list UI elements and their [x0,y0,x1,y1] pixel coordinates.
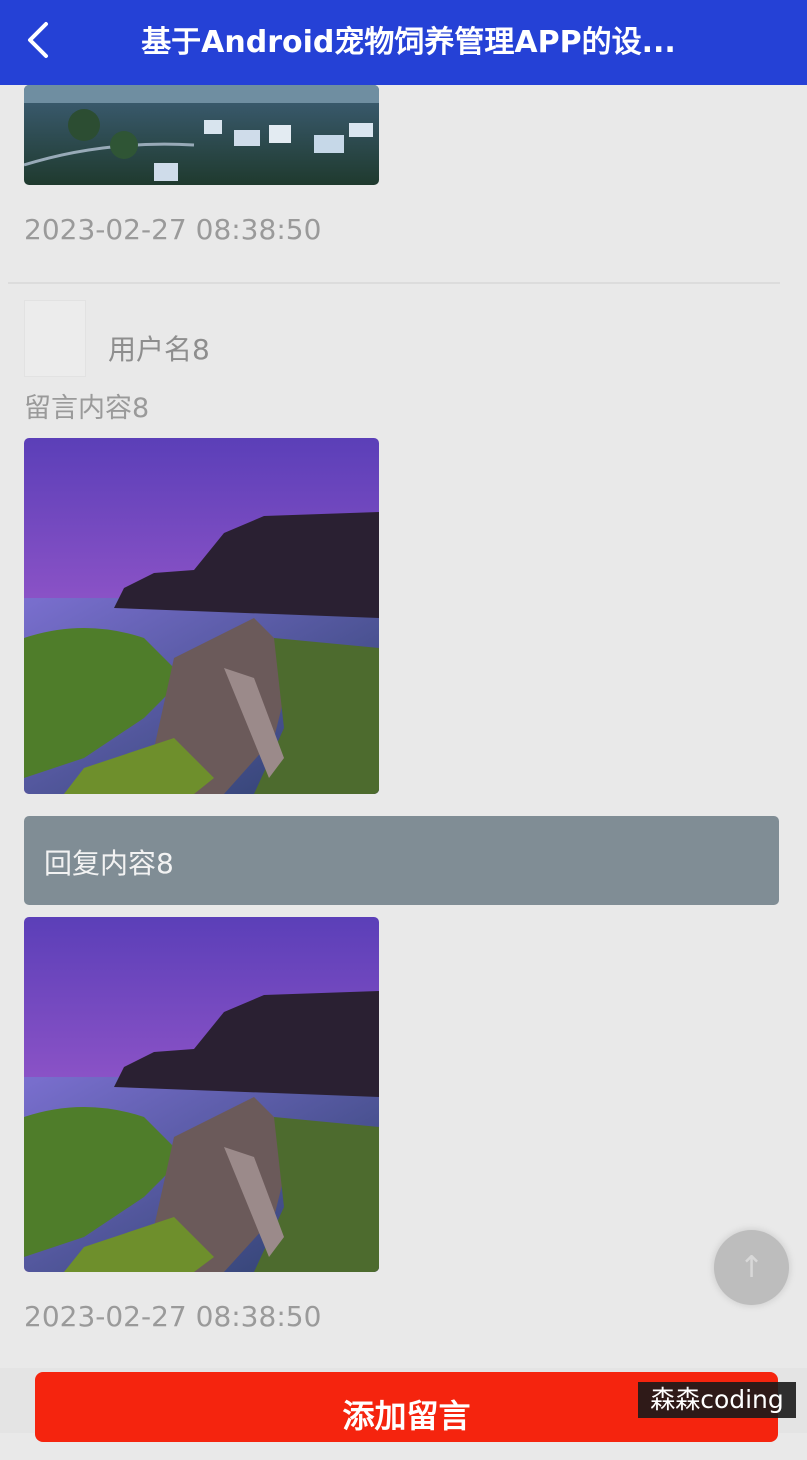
previous-post-time: 2023-02-27 08:38:50 [24,213,322,246]
arrow-up-icon: ↑ [738,1250,765,1285]
previous-post-image[interactable] [24,85,379,185]
username: 用户名8 [108,333,210,366]
divider [8,282,780,284]
reply-box: 回复内容8 [24,816,779,905]
message-image[interactable] [24,438,379,794]
chevron-left-icon [28,22,48,58]
reply-image[interactable] [24,917,379,1272]
post-time: 2023-02-27 08:38:50 [24,1300,322,1333]
reply-content: 回复内容8 [44,847,174,880]
scroll-top-button[interactable]: ↑ [714,1230,789,1305]
page-title: 基于Android宠物饲养管理APP的设... [141,25,676,60]
avatar [24,300,86,377]
back-button[interactable] [18,18,66,66]
watermark: 森森coding [638,1382,796,1418]
message-content: 留言内容8 [24,393,150,424]
app-header: 基于Android宠物饲养管理APP的设... [0,0,807,85]
